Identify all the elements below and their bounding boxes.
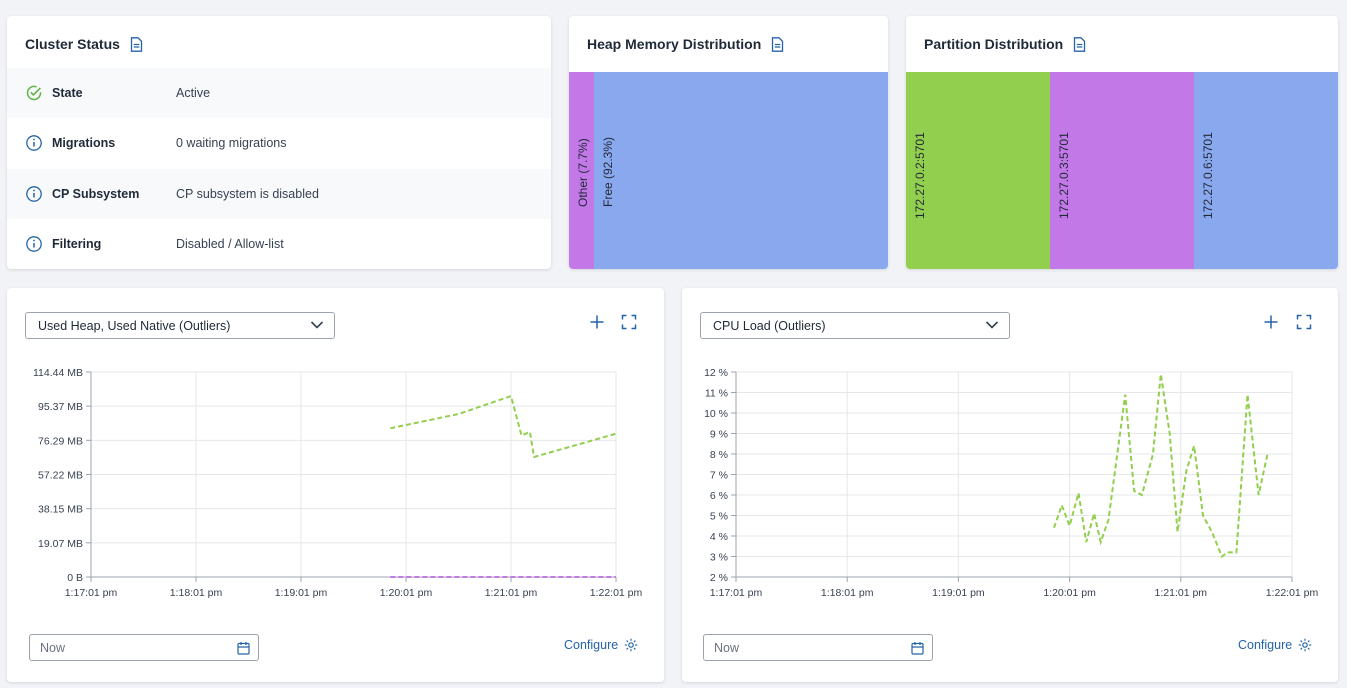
partition-segment-label: 172.27.0.6:5701 bbox=[1201, 132, 1216, 219]
x-tick-label: 1:20:01 pm bbox=[380, 587, 433, 599]
info-icon bbox=[26, 236, 42, 252]
configure-label: Configure bbox=[564, 638, 619, 652]
partition-segment-node-1[interactable]: 172.27.0.2:5701 bbox=[906, 72, 1050, 269]
plus-icon[interactable] bbox=[1263, 314, 1279, 330]
y-tick-label: 38.15 MB bbox=[38, 504, 83, 516]
y-tick-label: 10 % bbox=[704, 408, 728, 420]
y-tick-label: 4 % bbox=[710, 531, 728, 543]
configure-link[interactable]: Configure bbox=[1238, 638, 1312, 652]
y-tick-label: 0 B bbox=[67, 572, 83, 584]
partition-card: Partition Distribution 172.27.0.2:5701 1… bbox=[906, 16, 1338, 269]
x-tick-label: 1:21:01 pm bbox=[1155, 587, 1208, 599]
series-line-0 bbox=[390, 394, 617, 459]
x-tick-label: 1:20:01 pm bbox=[1043, 587, 1096, 599]
status-label: State bbox=[52, 86, 83, 100]
y-tick-label: 57.22 MB bbox=[38, 470, 83, 482]
cluster-status-title-text: Cluster Status bbox=[25, 36, 120, 52]
cluster-status-card: Cluster Status State Active Migrations 0… bbox=[7, 16, 551, 269]
y-tick-label: 9 % bbox=[710, 429, 728, 441]
x-tick-label: 1:18:01 pm bbox=[170, 587, 223, 599]
document-icon[interactable] bbox=[130, 36, 143, 52]
x-tick-label: 1:19:01 pm bbox=[932, 587, 985, 599]
date-input-value: Now bbox=[40, 640, 66, 655]
status-row-migrations: Migrations 0 waiting migrations bbox=[7, 118, 551, 168]
series-line-0 bbox=[1053, 373, 1269, 559]
x-tick-label: 1:17:01 pm bbox=[710, 587, 763, 599]
status-label: Migrations bbox=[52, 136, 116, 150]
y-tick-label: 76.29 MB bbox=[38, 435, 83, 447]
info-icon bbox=[26, 186, 42, 202]
status-label: Filtering bbox=[52, 237, 102, 251]
status-value: 0 waiting migrations bbox=[176, 136, 287, 150]
configure-link[interactable]: Configure bbox=[564, 638, 638, 652]
metric-select[interactable]: Used Heap, Used Native (Outliers) bbox=[25, 312, 335, 339]
y-tick-label: 3 % bbox=[710, 552, 728, 564]
partition-segment-node-3[interactable]: 172.27.0.6:5701 bbox=[1194, 72, 1338, 269]
check-circle-icon bbox=[26, 85, 42, 101]
x-tick-label: 1:21:01 pm bbox=[485, 587, 538, 599]
status-value: Active bbox=[176, 86, 211, 100]
x-tick-label: 1:18:01 pm bbox=[821, 587, 874, 599]
y-tick-label: 12 % bbox=[704, 367, 728, 379]
y-tick-label: 19.07 MB bbox=[38, 538, 83, 550]
y-tick-label: 6 % bbox=[710, 490, 728, 502]
partition-distribution-bar[interactable]: 172.27.0.2:5701 172.27.0.3:5701 172.27.0… bbox=[906, 72, 1338, 269]
heap-chart-panel: Used Heap, Used Native (Outliers) 0 B 19.… bbox=[7, 288, 664, 682]
partition-segment-label: 172.27.0.2:5701 bbox=[913, 132, 927, 219]
chevron-down-icon bbox=[310, 321, 324, 329]
status-row-filtering: Filtering Disabled / Allow-list bbox=[7, 219, 551, 269]
heap-distribution-bar[interactable]: Other (7.7%) Free (92.3%) bbox=[569, 72, 888, 269]
cpu-chart-panel: CPU Load (Outliers) 2 % 3 % 4 % 5 % 6 % 7 % 8 … bbox=[682, 288, 1338, 682]
partition-title-text: Partition Distribution bbox=[924, 36, 1064, 52]
fullscreen-icon[interactable] bbox=[1296, 314, 1312, 330]
heap-memory-card: Heap Memory Distribution Other (7.7%) Fr… bbox=[569, 16, 888, 269]
x-tick-label: 1:17:01 pm bbox=[65, 587, 118, 599]
document-icon[interactable] bbox=[771, 36, 784, 52]
fullscreen-icon[interactable] bbox=[621, 314, 637, 330]
x-tick-label: 1:22:01 pm bbox=[590, 587, 643, 599]
partition-title: Partition Distribution bbox=[924, 36, 1086, 52]
y-tick-label: 114.44 MB bbox=[33, 367, 83, 379]
calendar-icon[interactable] bbox=[911, 641, 924, 655]
y-tick-label: 2 % bbox=[710, 572, 728, 584]
heap-segment-label: Other (7.7%) bbox=[576, 138, 590, 207]
y-tick-label: 8 % bbox=[710, 449, 728, 461]
heap-memory-title-text: Heap Memory Distribution bbox=[587, 36, 762, 52]
heap-memory-title: Heap Memory Distribution bbox=[587, 36, 784, 52]
partition-segment-node-2[interactable]: 172.27.0.3:5701 bbox=[1049, 72, 1195, 269]
date-input-value: Now bbox=[714, 640, 740, 655]
heap-segment-other[interactable]: Other (7.7%) bbox=[569, 72, 594, 269]
status-label: CP Subsystem bbox=[52, 187, 140, 201]
date-input[interactable]: Now bbox=[703, 634, 933, 661]
metric-select-value: CPU Load (Outliers) bbox=[713, 318, 826, 333]
partition-segment-label: 172.27.0.3:5701 bbox=[1056, 132, 1071, 219]
calendar-icon[interactable] bbox=[237, 641, 250, 655]
y-tick-label: 5 % bbox=[710, 511, 728, 523]
gear-icon bbox=[625, 638, 638, 652]
status-value: Disabled / Allow-list bbox=[176, 237, 284, 251]
y-tick-label: 11 % bbox=[705, 388, 728, 400]
plus-icon[interactable] bbox=[589, 314, 605, 330]
heap-segment-free[interactable]: Free (92.3%) bbox=[593, 72, 888, 269]
metric-select[interactable]: CPU Load (Outliers) bbox=[700, 312, 1010, 339]
status-row-state: State Active bbox=[7, 68, 551, 118]
date-input[interactable]: Now bbox=[29, 634, 259, 661]
y-tick-label: 7 % bbox=[710, 470, 728, 482]
cluster-status-title: Cluster Status bbox=[25, 36, 143, 52]
heap-segment-label: Free (92.3%) bbox=[600, 136, 615, 207]
info-icon bbox=[26, 135, 42, 151]
status-value: CP subsystem is disabled bbox=[176, 187, 319, 201]
chevron-down-icon bbox=[985, 321, 999, 329]
metric-select-value: Used Heap, Used Native (Outliers) bbox=[38, 318, 231, 333]
gear-icon bbox=[1299, 638, 1312, 652]
x-tick-label: 1:19:01 pm bbox=[275, 587, 328, 599]
y-tick-label: 95.37 MB bbox=[38, 401, 83, 413]
status-row-cp-subsystem: CP Subsystem CP subsystem is disabled bbox=[7, 169, 551, 219]
document-icon[interactable] bbox=[1073, 36, 1086, 52]
configure-label: Configure bbox=[1238, 638, 1293, 652]
x-tick-label: 1:22:01 pm bbox=[1266, 587, 1319, 599]
